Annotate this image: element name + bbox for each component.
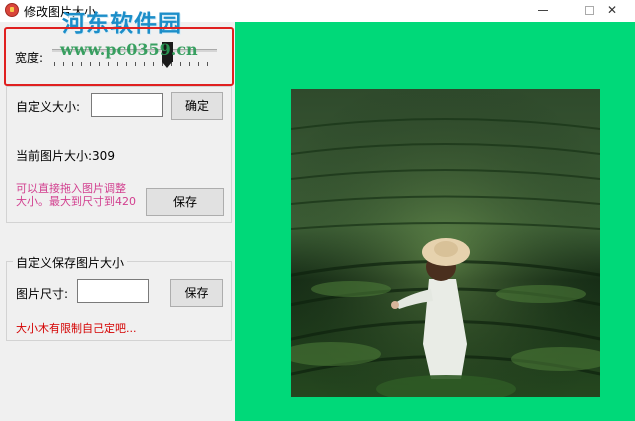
minimize-icon xyxy=(538,10,548,11)
highlight-box xyxy=(4,27,234,86)
panel-divider xyxy=(6,222,232,223)
tea-field-photo xyxy=(291,89,600,397)
drag-hint-text: 可以直接拖入图片调整大小。最大到尺寸到420 xyxy=(16,182,136,208)
app-icon xyxy=(5,3,19,17)
save-group-title: 自定义保存图片大小 xyxy=(13,254,128,271)
current-size-text: 当前图片大小:309 xyxy=(16,149,115,163)
custom-size-label: 自定义大小: xyxy=(16,100,81,114)
image-size-input[interactable] xyxy=(77,279,149,303)
custom-size-input[interactable] xyxy=(91,93,163,117)
save-size-button[interactable]: 保存 xyxy=(170,279,223,307)
minimize-button[interactable] xyxy=(520,0,566,22)
image-size-label: 图片尺寸: xyxy=(16,287,69,301)
save-button[interactable]: 保存 xyxy=(146,188,224,216)
preview-image[interactable] xyxy=(291,89,600,397)
panel-divider xyxy=(6,86,7,223)
close-icon: ✕ xyxy=(606,3,618,17)
panel-divider xyxy=(231,86,232,223)
panel-divider xyxy=(6,86,232,87)
size-notice-text: 大小木有限制自己定吧... xyxy=(16,322,137,335)
confirm-button[interactable]: 确定 xyxy=(171,92,223,120)
close-button[interactable]: ✕ xyxy=(589,0,635,22)
